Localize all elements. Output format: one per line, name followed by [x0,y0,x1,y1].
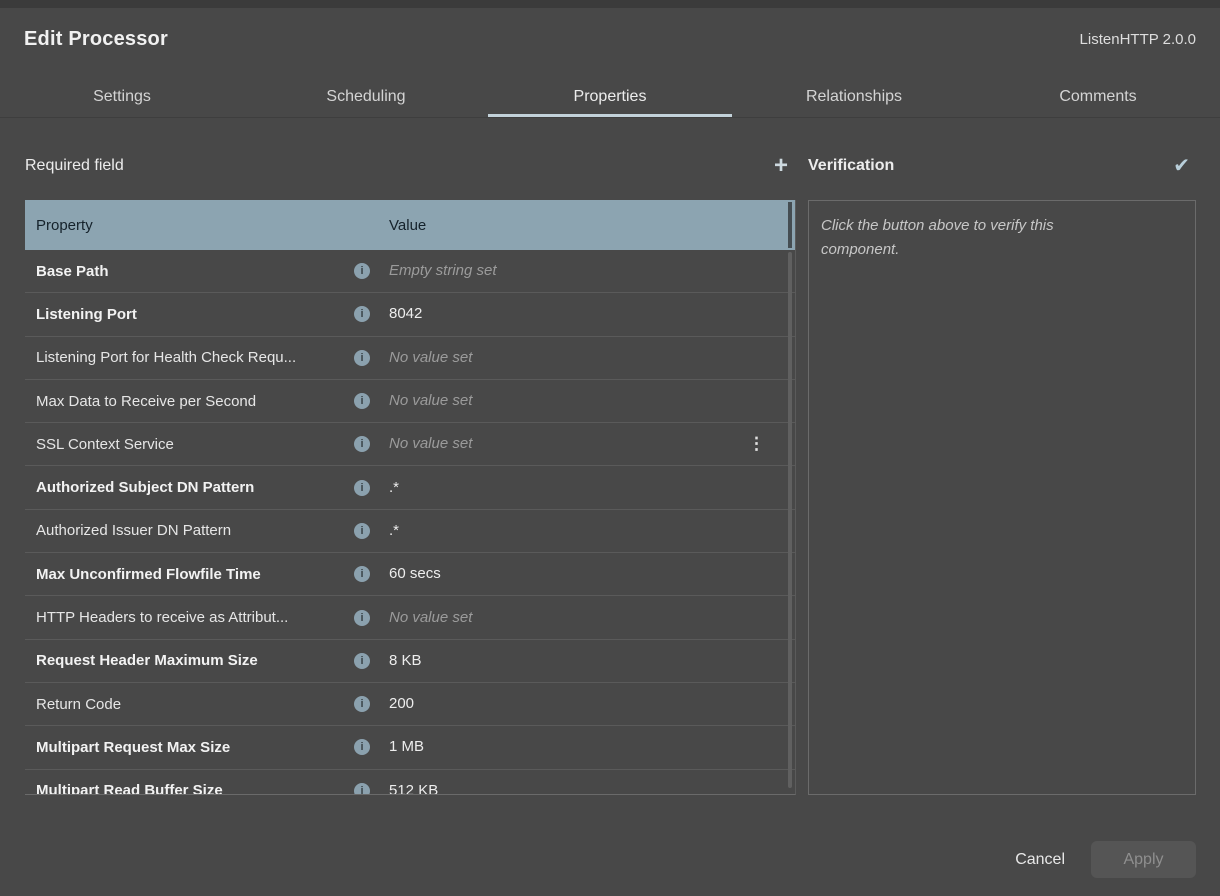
property-name: Max Data to Receive per Second [36,393,354,410]
property-name: Request Header Maximum Size [36,652,354,669]
property-name: Return Code [36,696,354,713]
property-row[interactable]: Multipart Request Max Size i 1 MB [25,726,795,769]
verification-panel: Verification ✔ Click the button above to… [808,119,1196,795]
property-value: 8042 [389,305,422,322]
property-value: .* [389,522,399,539]
property-value: 8 KB [389,652,422,669]
property-name: Listening Port [36,306,354,323]
property-row[interactable]: Base Path i Empty string set [25,250,795,293]
property-name: Authorized Issuer DN Pattern [36,522,354,539]
info-icon: i [354,393,370,409]
property-row[interactable]: Listening Port for Health Check Requ... … [25,337,795,380]
verify-check-icon[interactable]: ✔ [1173,156,1190,176]
property-row[interactable]: Authorized Subject DN Pattern i .* [25,466,795,509]
info-icon: i [354,739,370,755]
dialog-content: Required field + Property Value Base Pat… [0,119,1220,896]
property-value: No value set [389,349,472,366]
dialog-footer: Cancel Apply [1015,841,1196,878]
tab-comments[interactable]: Comments [976,76,1220,117]
info-icon: i [354,350,370,366]
info-icon: i [354,566,370,582]
property-name: Multipart Request Max Size [36,739,354,756]
verification-message: Click the button above to verify this co… [821,214,1131,262]
tab-scheduling[interactable]: Scheduling [244,76,488,117]
add-property-icon[interactable]: + [774,156,788,176]
property-name: HTTP Headers to receive as Attribut... [36,609,354,626]
properties-table: Property Value Base Path i Empty string … [25,200,796,795]
property-value: 512 KB [389,782,438,795]
apply-button[interactable]: Apply [1091,841,1196,878]
property-value: 60 secs [389,565,441,582]
property-name: Listening Port for Health Check Requ... [36,349,354,366]
property-row[interactable]: Request Header Maximum Size i 8 KB [25,640,795,683]
tab-bar: Settings Scheduling Properties Relations… [0,76,1220,118]
info-icon: i [354,263,370,279]
cancel-button[interactable]: Cancel [1015,851,1065,869]
property-value: No value set [389,435,472,452]
property-name: Multipart Read Buffer Size [36,782,354,795]
property-value: No value set [389,392,472,409]
scrollbar-thumb[interactable] [788,252,792,788]
property-row[interactable]: Listening Port i 8042 [25,293,795,336]
dialog-title: Edit Processor [24,28,168,51]
kebab-menu-icon[interactable]: ⋮ [748,434,765,454]
tab-properties[interactable]: Properties [488,76,732,117]
property-row[interactable]: Multipart Read Buffer Size i 512 KB [25,770,795,795]
property-value: 1 MB [389,738,424,755]
property-row[interactable]: Authorized Issuer DN Pattern i .* [25,510,795,553]
edit-processor-dialog: Edit Processor ListenHTTP 2.0.0 Settings… [0,0,1220,896]
property-row[interactable]: Max Unconfirmed Flowfile Time i 60 secs [25,553,795,596]
scrollbar-track [788,202,792,248]
tab-relationships[interactable]: Relationships [732,76,976,117]
column-header-property: Property [36,217,389,234]
info-icon: i [354,610,370,626]
tab-settings[interactable]: Settings [0,76,244,117]
info-icon: i [354,480,370,496]
verification-results-box: Click the button above to verify this co… [808,200,1196,795]
info-icon: i [354,436,370,452]
property-value: .* [389,479,399,496]
backdrop-strip [0,0,1220,8]
property-name: Base Path [36,263,354,280]
verification-label: Verification [808,157,894,175]
info-icon: i [354,783,370,795]
properties-panel: Required field + Property Value Base Pat… [25,119,796,795]
column-header-value: Value [389,217,795,234]
info-icon: i [354,306,370,322]
info-icon: i [354,653,370,669]
property-row[interactable]: HTTP Headers to receive as Attribut... i… [25,596,795,639]
property-row[interactable]: Max Data to Receive per Second i No valu… [25,380,795,423]
dialog-header: Edit Processor ListenHTTP 2.0.0 [0,8,1220,70]
property-value: No value set [389,609,472,626]
property-row[interactable]: Return Code i 200 [25,683,795,726]
property-row[interactable]: SSL Context Service i No value set ⋮ [25,423,795,466]
property-value: Empty string set [389,262,497,279]
property-name: Authorized Subject DN Pattern [36,479,354,496]
property-name: SSL Context Service [36,436,354,453]
properties-table-body: Base Path i Empty string set Listening P… [25,250,795,795]
processor-type-version: ListenHTTP 2.0.0 [1080,31,1196,48]
property-value: 200 [389,695,414,712]
properties-table-header: Property Value [25,200,795,250]
property-name: Max Unconfirmed Flowfile Time [36,566,354,583]
required-field-label: Required field [25,157,124,175]
info-icon: i [354,696,370,712]
info-icon: i [354,523,370,539]
